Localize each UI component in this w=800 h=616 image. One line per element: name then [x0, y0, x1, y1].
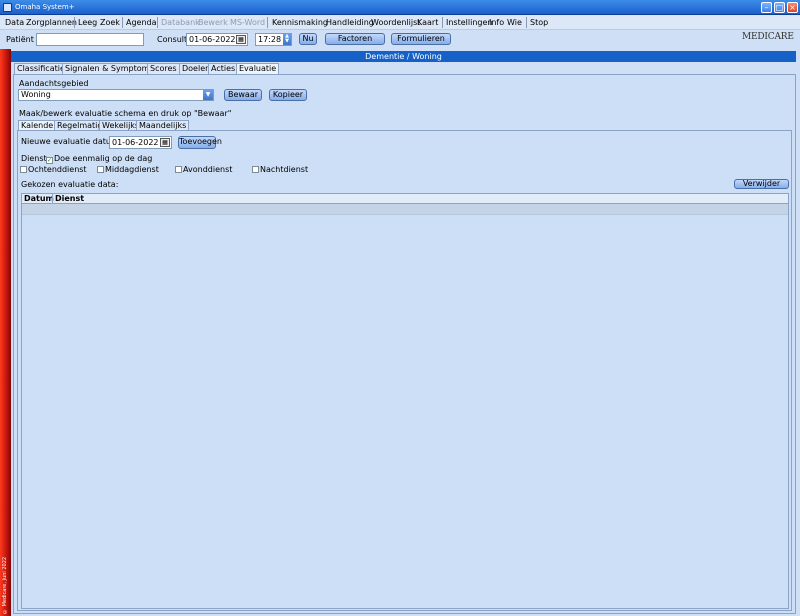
new-date-label: Nieuwe evaluatie datum: [21, 137, 122, 146]
shift-label: Avonddienst [183, 165, 233, 174]
menu-info[interactable]: Info [489, 17, 504, 28]
checkbox-checked-icon: ✓ [46, 157, 53, 164]
menu-zoek[interactable]: Zoek [100, 17, 120, 28]
tab-classificatie[interactable]: Classificatie [14, 63, 68, 74]
left-strip: © Medicare, Juni 2022 [0, 49, 11, 616]
menu-separator [442, 17, 443, 28]
time-spinner-icon[interactable]: ▲ ▼ [283, 34, 291, 45]
selected-dates-label: Gekozen evaluatie data: [21, 180, 119, 189]
tab-evaluatie[interactable]: Evaluatie [236, 63, 280, 74]
evaluation-panel: Aandachtsgebied Woning ▼ Bewaar Kopieer … [13, 74, 796, 614]
forms-button[interactable]: Formulieren [391, 33, 451, 45]
window-titlebar: Omaha System+ – □ × [0, 0, 800, 15]
factors-button[interactable]: Factoren [325, 33, 385, 45]
app-icon [3, 3, 12, 12]
menu-wie[interactable]: Wie [507, 17, 522, 28]
checkbox-icon [252, 166, 259, 173]
menu-databank: Databank [161, 18, 200, 27]
chevron-down-icon[interactable]: ▼ [203, 90, 213, 100]
menu-separator [122, 17, 123, 28]
checkbox-icon [20, 166, 27, 173]
shift-checkbox-ochtend[interactable]: Ochtenddienst [20, 165, 87, 175]
table-row[interactable] [22, 204, 788, 215]
menu-separator [267, 17, 268, 28]
toolbar: Patiënt Consult 01-06-2022 ▦ 17:28 ▲ ▼ Nu… [0, 30, 800, 49]
minimize-icon[interactable]: – [761, 2, 772, 13]
menu-stop[interactable]: Stop [530, 17, 548, 28]
checkbox-icon [175, 166, 182, 173]
tab-acties[interactable]: Acties [208, 63, 239, 74]
shift-checkbox-nacht[interactable]: Nachtdienst [252, 165, 308, 175]
menu-separator [74, 17, 75, 28]
shift-checkbox-avond[interactable]: Avonddienst [175, 165, 232, 175]
consult-label: Consult [157, 35, 188, 44]
maximize-icon[interactable]: □ [774, 2, 785, 13]
checkbox-icon [97, 166, 104, 173]
consult-time-field[interactable]: 17:28 ▲ ▼ [255, 33, 292, 46]
calendar-icon[interactable]: ▦ [236, 35, 246, 44]
patient-label: Patiënt [6, 35, 34, 44]
once-checkbox[interactable]: ✓ Doe eenmalig op de dag [46, 154, 152, 164]
menu-kaart[interactable]: Kaart [417, 17, 438, 28]
new-date-value: 01-06-2022 [112, 138, 159, 147]
section-header: Dementie / Woning [11, 51, 796, 62]
medicare-logo: MEDICARE [742, 29, 794, 46]
menu-bewerk: Bewerk [198, 18, 228, 27]
remove-button[interactable]: Verwijder [734, 179, 789, 189]
copyright-text: © Medicare, Juni 2022 [2, 556, 8, 614]
window-title: Omaha System+ [15, 3, 75, 11]
tab-scores[interactable]: Scores [147, 63, 180, 74]
menu-woordenlijst[interactable]: Woordenlijst [371, 17, 420, 28]
add-button[interactable]: Toevoegen [178, 136, 222, 149]
shift-label: Nachtdienst [260, 165, 309, 174]
shift-label: Middagdienst [105, 165, 159, 174]
menu-leeg[interactable]: Leeg [78, 17, 97, 28]
menu-separator [526, 17, 527, 28]
menu-zorgplannen[interactable]: Zorgplannen [26, 17, 77, 28]
patient-input[interactable] [36, 33, 144, 46]
menu-data[interactable]: Data [5, 17, 24, 28]
focus-area-label: Aandachtsgebied [19, 79, 89, 88]
menu-separator [157, 17, 158, 28]
shift-label: Ochtenddienst [28, 165, 87, 174]
menu-instellingen[interactable]: Instellingen [446, 17, 492, 28]
consult-date-field[interactable]: 01-06-2022 ▦ [186, 33, 248, 46]
column-header-datum[interactable]: Datum [22, 194, 54, 204]
close-icon[interactable]: × [787, 2, 798, 13]
menu-kennismaking[interactable]: Kennismaking [272, 17, 328, 28]
now-button[interactable]: Nu [299, 33, 317, 45]
column-header-dienst[interactable]: Dienst [52, 194, 84, 204]
logo-text: MEDICARE [742, 32, 794, 42]
table-header: Datum Dienst [22, 194, 788, 204]
consult-time-value: 17:28 [258, 35, 282, 44]
calendar-icon[interactable]: ▦ [160, 138, 170, 147]
new-date-field[interactable]: 01-06-2022 ▦ [109, 136, 172, 149]
evaluation-dates-table: Datum Dienst [21, 193, 789, 609]
menu-ms-word: MS-Word [230, 18, 266, 27]
instruction-text: Maak/bewerk evaluatie schema en druk op … [19, 109, 232, 118]
calendar-panel: Nieuwe evaluatie datum: 01-06-2022 ▦ Toe… [17, 130, 792, 611]
once-label: Doe eenmalig op de dag [54, 154, 153, 163]
shift-checkbox-middag[interactable]: Middagdienst [97, 165, 159, 175]
focus-area-select[interactable]: Woning ▼ [18, 89, 214, 101]
menu-agenda[interactable]: Agenda [126, 17, 157, 28]
consult-date-value: 01-06-2022 [189, 35, 236, 44]
menu-bar: Data Zorgplannen Leeg Zoek Agenda Databa… [0, 15, 800, 30]
copy-button[interactable]: Kopieer [269, 89, 307, 101]
focus-area-value: Woning [21, 90, 51, 99]
menu-handleiding[interactable]: Handleiding [326, 17, 374, 28]
save-button[interactable]: Bewaar [224, 89, 262, 101]
